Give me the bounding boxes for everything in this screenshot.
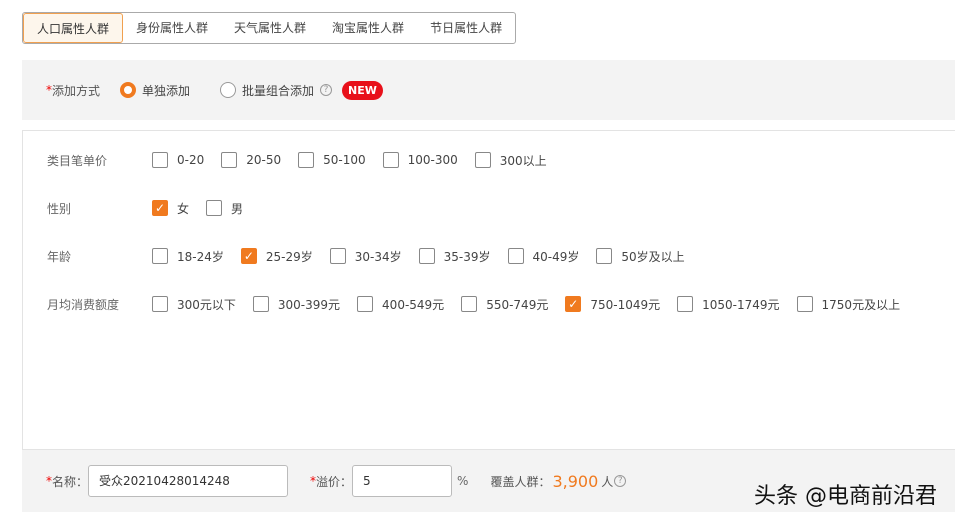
filter-option[interactable]: 0-20: [152, 152, 204, 168]
filter-label: 年龄: [47, 249, 72, 264]
filter-option[interactable]: 1050-1749元: [677, 296, 780, 313]
checkbox-checked-icon[interactable]: ✓: [240, 248, 257, 264]
coverage-count: 3,900: [552, 471, 599, 491]
checkbox-icon[interactable]: [461, 296, 478, 312]
filter-option[interactable]: 50-100: [298, 152, 366, 168]
percent-sign: %: [457, 474, 469, 488]
checkbox-icon[interactable]: [677, 296, 694, 312]
option-label: 35-39岁: [443, 249, 491, 264]
checkbox-icon[interactable]: [796, 296, 813, 312]
filter-option[interactable]: 1750元及以上: [796, 296, 901, 313]
filter-option[interactable]: 550-749元: [461, 296, 548, 313]
premium-input[interactable]: 5: [352, 465, 453, 497]
radio-batch-add[interactable]: 批量组合添加: [220, 82, 314, 99]
filter-option[interactable]: 男: [206, 200, 243, 217]
option-label: 18-24岁: [177, 249, 224, 264]
option-label: 300-399元: [277, 297, 341, 312]
tab-1[interactable]: 身份属性人群: [123, 13, 221, 43]
filter-option[interactable]: ✓ 25-29岁: [240, 248, 313, 265]
option-label: 25-29岁: [265, 249, 313, 264]
option-label: 300元以下: [177, 297, 236, 312]
filter-option[interactable]: ✓ 750-1049元: [565, 296, 660, 313]
filter-row: 类目笔单价 0-20 20-50 50-100 100-300 300以上: [47, 150, 564, 170]
filter-option[interactable]: 18-24岁: [152, 248, 224, 265]
tab-2[interactable]: 天气属性人群: [221, 13, 319, 43]
filter-label: 月均消费额度: [47, 297, 120, 312]
option-label: 0-20: [177, 153, 205, 167]
filter-option[interactable]: 35-39岁: [418, 248, 491, 265]
coverage-label: 覆盖人群：: [490, 474, 551, 489]
checkbox-icon[interactable]: [221, 152, 238, 168]
checkbox-icon[interactable]: [252, 296, 269, 312]
filter-option[interactable]: 300-399元: [252, 296, 341, 313]
filter-label: 类目笔单价: [47, 153, 108, 168]
option-label: 1750元及以上: [821, 297, 901, 312]
attribute-tabs: 人口属性人群 身份属性人群 天气属性人群 淘宝属性人群 节日属性人群: [22, 12, 517, 44]
checkbox-checked-icon[interactable]: ✓: [565, 296, 582, 312]
name-input[interactable]: 受众20210428014248: [88, 465, 289, 497]
filter-label: 性别: [47, 201, 72, 216]
premium-label: 溢价：: [316, 474, 353, 489]
new-badge: NEW: [342, 80, 383, 100]
add-mode-label: 添加方式: [52, 83, 101, 98]
checkbox-icon[interactable]: [298, 152, 315, 168]
radio-label: 单独添加: [142, 83, 191, 98]
option-label: 750-1049元: [590, 297, 661, 312]
filter-option[interactable]: 40-49岁: [507, 248, 580, 265]
tab-3[interactable]: 淘宝属性人群: [319, 13, 417, 43]
checkbox-icon[interactable]: [357, 296, 374, 312]
filter-option[interactable]: ✓ 女: [152, 200, 189, 217]
option-label: 50岁及以上: [621, 249, 685, 264]
filter-row: 月均消费额度 300元以下 300-399元 400-549元 550-749元 ✓ 750…: [47, 294, 917, 314]
option-label: 1050-1749元: [702, 297, 780, 312]
help-icon[interactable]: ?: [614, 475, 627, 487]
checkbox-icon[interactable]: [329, 248, 346, 264]
filter-option[interactable]: 100-300: [382, 152, 458, 168]
option-label: 50-100: [323, 153, 366, 167]
option-label: 550-749元: [486, 297, 549, 312]
option-label: 男: [231, 201, 244, 216]
option-label: 400-549元: [382, 297, 445, 312]
checkbox-icon[interactable]: [152, 152, 168, 168]
option-label: 30-34岁: [354, 249, 402, 264]
radio-icon: [220, 82, 237, 98]
help-icon[interactable]: ?: [320, 84, 333, 96]
coverage-unit: 人: [601, 474, 614, 489]
filter-option[interactable]: 300以上: [474, 152, 547, 169]
checkbox-icon[interactable]: [507, 248, 524, 264]
checkbox-icon[interactable]: [596, 248, 613, 264]
tab-0[interactable]: 人口属性人群: [23, 13, 124, 43]
option-label: 100-300: [407, 153, 458, 167]
checkbox-checked-icon[interactable]: ✓: [152, 200, 168, 216]
option-label: 女: [177, 201, 190, 216]
add-mode-bar: * 添加方式 单独添加 批量组合添加 ? NEW: [22, 60, 955, 120]
filter-option[interactable]: 300元以下: [152, 296, 236, 313]
radio-single-add[interactable]: 单独添加: [120, 82, 190, 99]
name-label: 名称：: [52, 474, 89, 489]
watermark: 头条 @电商前沿君: [754, 484, 937, 509]
filter-option[interactable]: 20-50: [221, 152, 281, 168]
filter-option[interactable]: 30-34岁: [329, 248, 402, 265]
checkbox-icon[interactable]: [382, 152, 399, 168]
radio-label: 批量组合添加: [242, 83, 315, 98]
filter-option[interactable]: 50岁及以上: [596, 248, 685, 265]
tab-4[interactable]: 节日属性人群: [417, 13, 515, 43]
checkbox-icon[interactable]: [474, 152, 491, 168]
option-label: 300以上: [499, 153, 547, 168]
checkbox-icon[interactable]: [418, 248, 435, 264]
option-label: 20-50: [246, 153, 282, 167]
checkbox-icon[interactable]: [206, 200, 223, 216]
checkbox-icon[interactable]: [152, 296, 168, 312]
filter-panel: 类目笔单价 0-20 20-50 50-100 100-300 300以上 性别 ✓ 女男年龄 1…: [22, 130, 955, 450]
option-label: 40-49岁: [532, 249, 580, 264]
filter-row: 年龄 18-24岁 ✓ 25-29岁 30-34岁 35-39岁 40-49岁 50岁及以上: [47, 246, 702, 266]
filter-row: 性别 ✓ 女男: [47, 198, 260, 218]
filter-option[interactable]: 400-549元: [357, 296, 444, 313]
checkbox-icon[interactable]: [152, 248, 168, 264]
radio-icon: [120, 82, 137, 98]
